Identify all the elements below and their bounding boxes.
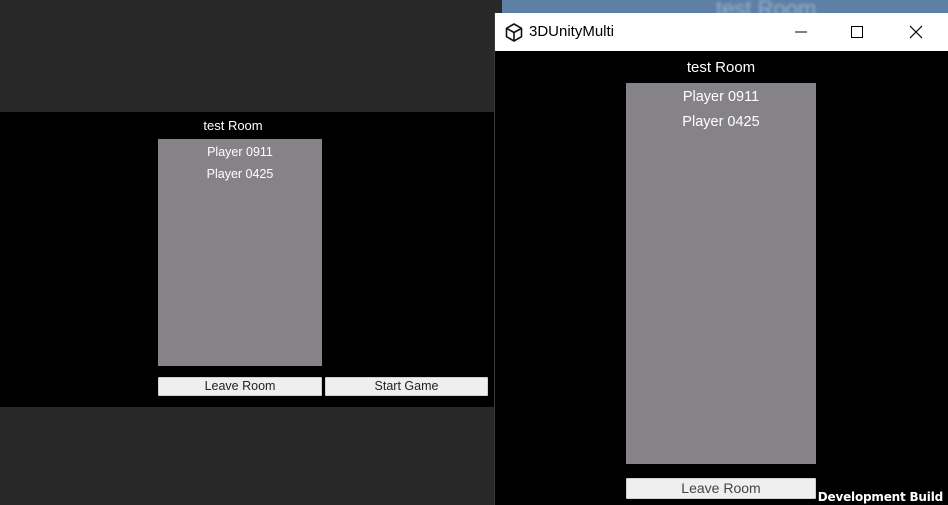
development-build-label: Development Build bbox=[817, 490, 943, 504]
player-list-panel: Player 0911 Player 0425 bbox=[158, 139, 322, 366]
editor-game-view: test Room Player 0911 Player 0425 Leave … bbox=[0, 112, 494, 407]
player-list-item: Player 0425 bbox=[682, 114, 760, 130]
unity-logo-icon bbox=[505, 23, 523, 42]
player-list-panel: Player 0911 Player 0425 bbox=[626, 83, 816, 464]
maximize-button[interactable] bbox=[834, 13, 880, 51]
background-room-title: test Room bbox=[716, 0, 817, 14]
start-game-button[interactable]: Start Game bbox=[325, 377, 488, 396]
room-title: test Room bbox=[686, 59, 756, 76]
minimize-icon bbox=[795, 31, 807, 33]
background-window-strip: test Room bbox=[502, 0, 948, 14]
game-view: test Room Player 0911 Player 0425 Leave … bbox=[495, 51, 948, 505]
close-button[interactable] bbox=[893, 13, 939, 51]
room-title: test Room bbox=[203, 118, 263, 133]
desktop: test Room Player 0911 Player 0425 Leave … bbox=[0, 0, 948, 505]
player-list-item: Player 0911 bbox=[682, 89, 760, 105]
maximize-icon bbox=[851, 26, 863, 38]
window-title: 3DUnityMulti bbox=[529, 23, 615, 40]
player-list-item: Player 0425 bbox=[206, 167, 274, 181]
close-icon bbox=[909, 25, 923, 39]
leave-room-button[interactable]: Leave Room bbox=[626, 478, 816, 499]
player-list-item: Player 0911 bbox=[207, 145, 273, 159]
minimize-button[interactable] bbox=[778, 13, 824, 51]
app-window: 3DUnityMulti test Room Player 0911 Playe… bbox=[494, 13, 948, 505]
leave-room-button[interactable]: Leave Room bbox=[158, 377, 322, 396]
window-titlebar[interactable]: 3DUnityMulti bbox=[495, 13, 948, 51]
